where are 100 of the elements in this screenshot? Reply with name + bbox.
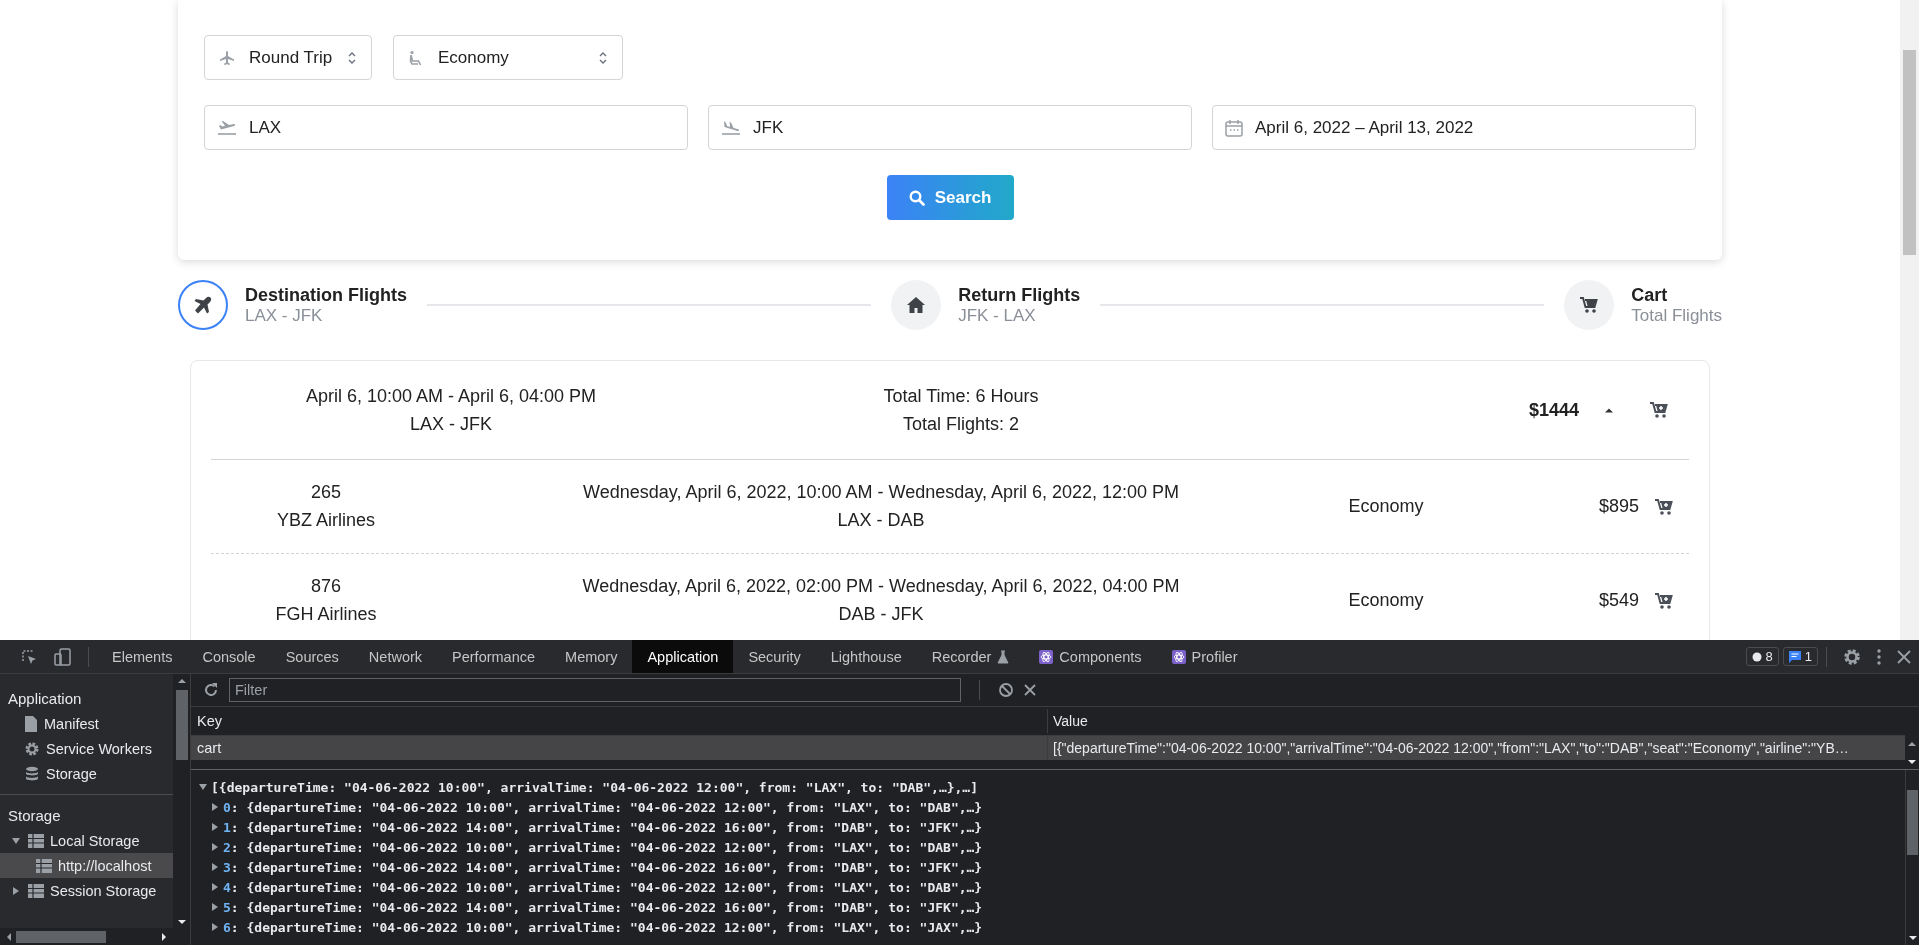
airline-name: YBZ Airlines (276, 510, 375, 531)
devtools-tab[interactable]: Performance (437, 640, 551, 673)
cart-icon[interactable] (1654, 496, 1674, 517)
devtools-tab[interactable]: Memory (550, 640, 633, 673)
key-cell: cart (191, 736, 1048, 760)
page-scrollbar[interactable] (1900, 0, 1919, 640)
scroll-up-arrow-icon[interactable] (176, 678, 187, 684)
refresh-icon[interactable] (203, 682, 219, 698)
scroll-thumb[interactable] (1903, 50, 1916, 255)
table-icon (28, 883, 44, 898)
devtools-tab[interactable]: Sources (270, 640, 354, 673)
devtools-tab[interactable]: Network (353, 640, 438, 673)
scroll-down-arrow-icon[interactable] (1907, 759, 1917, 765)
horizontal-scrollbar[interactable] (0, 928, 173, 945)
dot-icon (1751, 651, 1762, 662)
devtools-tab[interactable]: Lighthouse (815, 640, 917, 673)
table-icon (28, 833, 44, 848)
scroll-up-arrow-icon[interactable] (1907, 741, 1917, 747)
sidebar-heading: Application (7, 689, 83, 709)
trip-type-select[interactable]: Round Trip (204, 35, 372, 80)
sidebar-scrollbar[interactable] (173, 674, 190, 945)
preview-summary[interactable]: [{departureTime: "04-06-2022 10:00", arrivalTime: "04-06-2022 12:00", from: "LAX", to: "DAB",…},…] (199, 777, 1905, 797)
array-item[interactable]: 0: {departureTime: "04-06-2022 10:00", arrivalTime: "04-06-2022 12:00", from: "LAX", to: "DAB",…} (223, 799, 983, 815)
calendar-icon (1225, 118, 1243, 137)
seat-class: Economy (1348, 496, 1424, 517)
sidebar-heading: Storage (7, 806, 62, 826)
expanded-arrow-icon[interactable] (12, 836, 20, 845)
device-toolbar-icon[interactable] (54, 647, 72, 666)
devtools-tab[interactable]: Recorder (916, 640, 1025, 673)
filter-field[interactable]: Filter (229, 678, 961, 702)
scroll-left-arrow-icon[interactable] (6, 931, 12, 942)
collapsed-arrow-icon[interactable] (211, 823, 219, 831)
sidebar-item[interactable]: Manifest (0, 711, 173, 736)
array-item[interactable]: 4: {departureTime: "04-06-2022 10:00", arrivalTime: "04-06-2022 12:00", from: "LAX", to: "DAB",…} (223, 879, 983, 895)
storage-row[interactable]: cart [{"departureTime":"04-06-2022 10:00","arrivalTime":"04-06-2022 12:00","from":"LAX","to":"DAB","seat":"Economy","airline":"YB… (191, 736, 1905, 760)
settings-icon[interactable] (1843, 647, 1861, 666)
scroll-thumb[interactable] (16, 930, 106, 943)
flight-price: $549 (1598, 590, 1639, 610)
step-circle[interactable] (178, 280, 228, 330)
collapsed-arrow-icon[interactable] (211, 803, 219, 811)
message-count-badge[interactable]: 1 (1782, 647, 1818, 666)
sidebar-item[interactable]: Service Workers (0, 736, 173, 761)
sidebar-item[interactable]: Local Storage (0, 828, 173, 853)
total-flights: Total Flights: 2 (902, 413, 1020, 435)
caret-up-icon[interactable] (1604, 407, 1614, 413)
expanded-arrow-icon[interactable] (199, 783, 207, 791)
search-icon (908, 189, 925, 206)
devtools-tab[interactable]: Console (187, 640, 271, 673)
plane-icon (193, 295, 213, 315)
flask-icon (997, 649, 1010, 664)
more-options-icon[interactable] (1877, 648, 1881, 665)
destination-field[interactable]: JFK (708, 105, 1192, 150)
inspect-icon[interactable] (20, 647, 38, 666)
devtools-tab[interactable]: Components (1024, 640, 1157, 673)
cabin-select[interactable]: Economy (393, 35, 623, 80)
cart-icon[interactable] (1654, 590, 1674, 611)
collapsed-arrow-icon[interactable] (211, 863, 219, 871)
total-time: Total Time: 6 Hours (883, 385, 1039, 407)
cart-icon[interactable] (1649, 400, 1669, 420)
array-item[interactable]: 5: {departureTime: "04-06-2022 14:00", arrivalTime: "04-06-2022 16:00", from: "DAB", to: "JFK",…} (223, 899, 983, 915)
delete-icon[interactable] (1024, 684, 1036, 696)
flight-route: LAX - JFK (410, 413, 492, 435)
cart-icon (1579, 295, 1600, 315)
column-header[interactable]: Key (191, 709, 1048, 733)
devtools-tab[interactable]: Profiler (1156, 640, 1253, 673)
step-subtitle: LAX - JFK (245, 305, 324, 326)
devtools-tab[interactable]: Application (632, 640, 734, 673)
collapsed-arrow-icon[interactable] (211, 923, 219, 931)
close-icon[interactable] (1897, 649, 1911, 664)
flight-times: April 6, 10:00 AM - April 6, 04:00 PM (305, 385, 597, 407)
array-item[interactable]: 1: {departureTime: "04-06-2022 14:00", arrivalTime: "04-06-2022 16:00", from: "DAB", to: "JFK",…} (223, 819, 983, 835)
scroll-down-arrow-icon[interactable] (1907, 935, 1918, 941)
sidebar-item[interactable]: http://localhost (0, 853, 173, 878)
array-item[interactable]: 6: {departureTime: "04-06-2022 10:00", arrivalTime: "04-06-2022 12:00", from: "LAX", to: "JAX",…} (223, 919, 983, 935)
collapsed-arrow-icon[interactable] (211, 843, 219, 851)
array-item[interactable]: 2: {departureTime: "04-06-2022 10:00", arrivalTime: "04-06-2022 12:00", from: "LAX", to: "DAB",…} (223, 839, 983, 855)
scroll-thumb[interactable] (175, 690, 188, 760)
origin-field[interactable]: LAX (204, 105, 688, 150)
devtools-tab[interactable]: Security (733, 640, 816, 673)
column-header[interactable]: Value (1048, 713, 1088, 729)
step-circle[interactable] (1564, 280, 1615, 330)
sidebar-item[interactable]: Storage (0, 761, 173, 786)
devtools-tab[interactable]: Elements (97, 640, 188, 673)
chevron-up-down-icon (347, 50, 357, 65)
flight-times: Wednesday, April 6, 2022, 02:00 PM - Wednesday, April 6, 2022, 04:00 PM (582, 576, 1180, 597)
scroll-thumb[interactable] (1907, 790, 1918, 855)
airline-name: FGH Airlines (275, 604, 377, 625)
flight-times: Wednesday, April 6, 2022, 10:00 AM - Wednesday, April 6, 2022, 12:00 PM (583, 482, 1179, 503)
error-count-badge[interactable]: 8 (1745, 647, 1779, 666)
scroll-down-arrow-icon[interactable] (176, 919, 187, 925)
collapsed-arrow-icon[interactable] (211, 903, 219, 911)
step-circle[interactable] (891, 280, 942, 330)
scroll-right-arrow-icon[interactable] (161, 931, 167, 942)
clear-all-icon[interactable] (998, 682, 1014, 698)
collapsed-arrow-icon[interactable] (211, 883, 219, 891)
array-item[interactable]: 3: {departureTime: "04-06-2022 14:00", arrivalTime: "04-06-2022 16:00", from: "DAB", to: "JFK",…} (223, 859, 983, 875)
preview-scrollbar[interactable] (1905, 770, 1919, 945)
date-range-field[interactable]: April 6, 2022 – April 13, 2022 (1212, 105, 1696, 150)
sidebar-item[interactable]: Session Storage (0, 878, 173, 903)
collapsed-arrow-icon[interactable] (12, 886, 20, 895)
